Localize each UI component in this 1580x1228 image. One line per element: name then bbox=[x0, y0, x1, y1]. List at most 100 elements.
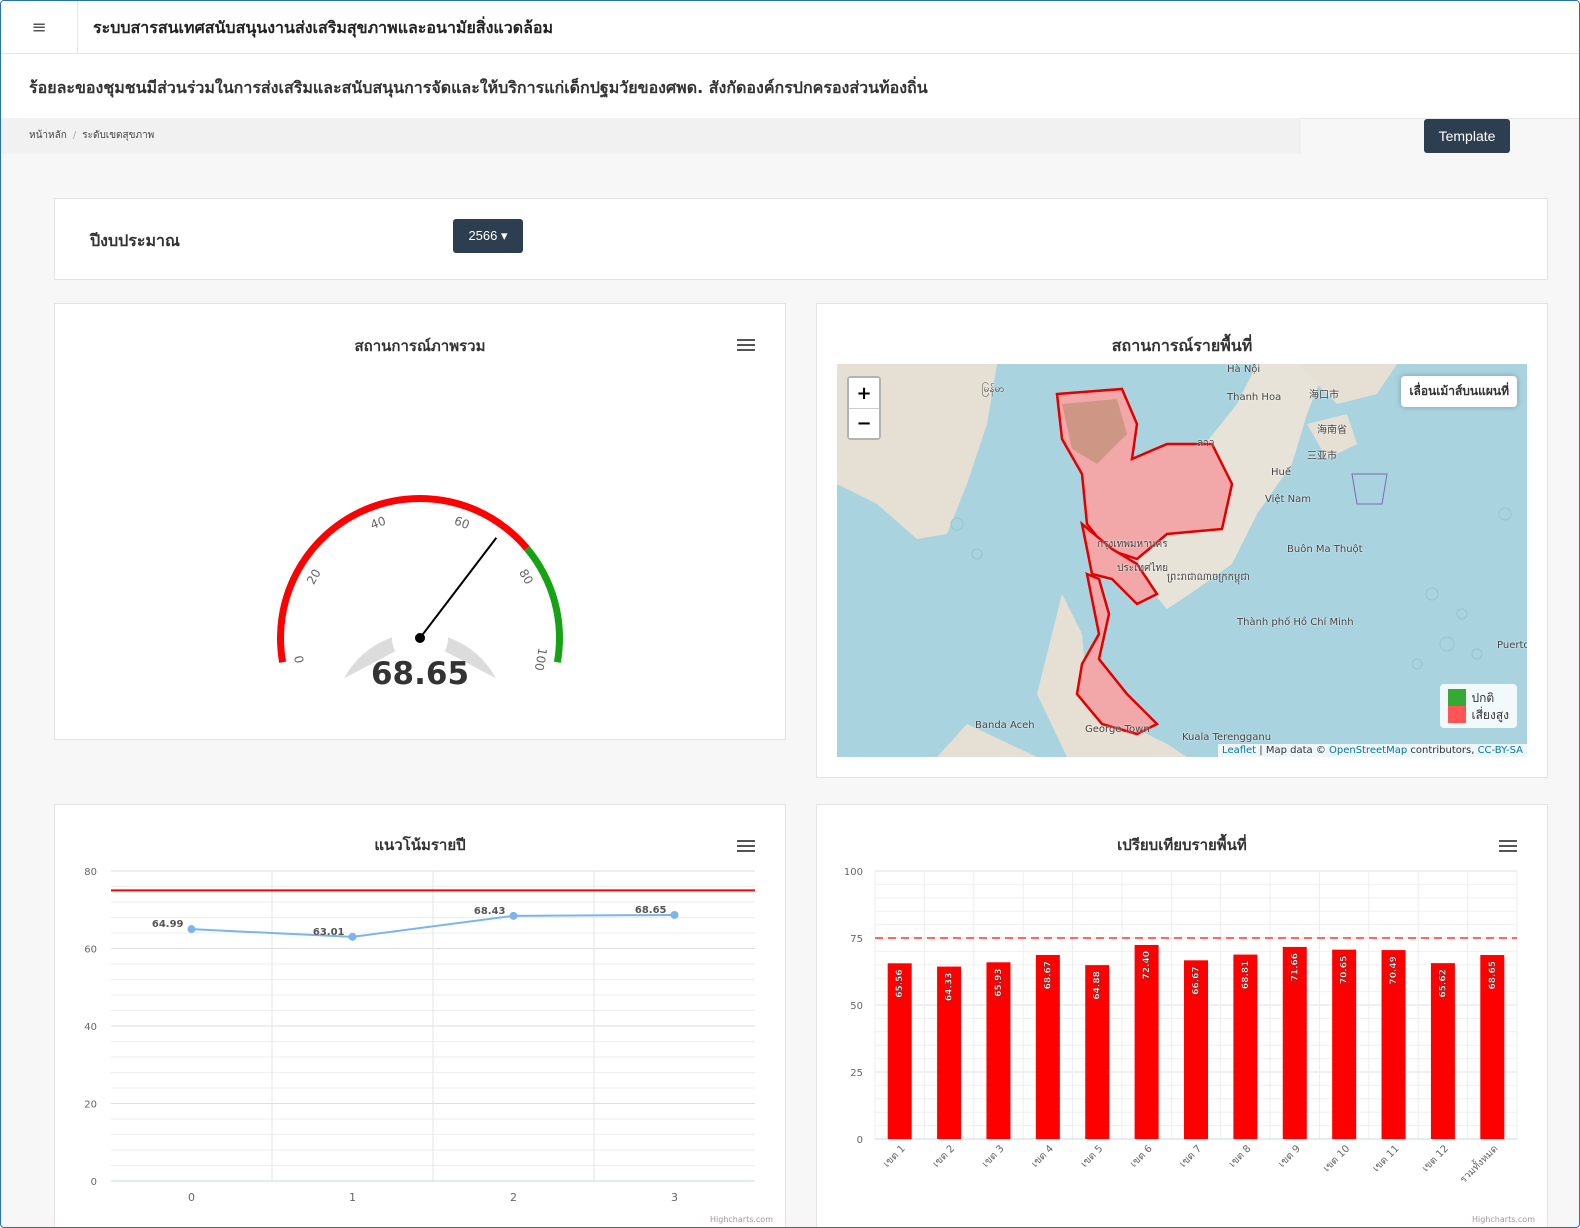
gauge-value: 68.65 bbox=[371, 656, 469, 692]
map-hover-info: เลื่อนเม้าส์บนแผนที่ bbox=[1401, 376, 1517, 407]
year-dropdown[interactable]: 2566 ▾ bbox=[453, 219, 523, 253]
y-tick-label: 75 bbox=[850, 934, 863, 945]
data-label: 68.65 bbox=[635, 905, 667, 916]
app-title: ระบบสารสนเทศสนับสนุนงานส่งเสริมสุขภาพและ… bbox=[93, 18, 554, 37]
map-place-label: Thanh Hoa bbox=[1227, 392, 1282, 403]
zoom-control: + − bbox=[847, 376, 881, 440]
bar-data-label: 64.88 bbox=[1093, 971, 1103, 999]
x-tick-label: เขต 11 bbox=[1371, 1143, 1402, 1174]
legend-label-high-risk: เสี่ยงสูง bbox=[1471, 707, 1510, 722]
bar-data-label: 66.67 bbox=[1192, 966, 1202, 994]
map-place-label: Banda Aceh bbox=[975, 720, 1035, 731]
map-title: สถานการณ์รายพื้นที่ bbox=[1111, 336, 1253, 355]
x-tick-label: เขต 5 bbox=[1079, 1143, 1105, 1169]
zoom-out-button[interactable]: − bbox=[849, 408, 879, 438]
x-tick-label: เขต 2 bbox=[931, 1143, 957, 1169]
breadcrumb-bar bbox=[1, 118, 1301, 154]
paracel-outline bbox=[1351, 473, 1388, 505]
breadcrumb: หน้าหลัก / ระดับเขตสุขภาพ bbox=[29, 128, 154, 143]
page-heading: ร้อยละของชุมชนมีส่วนร่วมในการส่งเสริมและ… bbox=[29, 78, 928, 97]
x-tick-label: เขต 1 bbox=[881, 1143, 907, 1169]
data-label: 63.01 bbox=[313, 927, 345, 938]
highcharts-credits[interactable]: Highcharts.com bbox=[710, 1215, 773, 1224]
map-place-label: ព្រះរាជាណាចក្រកម្ពុជា bbox=[1167, 572, 1250, 583]
x-tick-label: เขต 9 bbox=[1277, 1143, 1303, 1169]
map-place-label: 海口市 bbox=[1309, 390, 1339, 401]
map-place-label: Thành phố Hồ Chí Minh bbox=[1237, 617, 1354, 628]
bar-data-label: 68.65 bbox=[1488, 961, 1498, 989]
x-tick-label: 0 bbox=[188, 1191, 195, 1204]
y-tick-label: 100 bbox=[844, 867, 863, 878]
map-place-label: Việt Nam bbox=[1265, 494, 1312, 505]
map-place-label: กรุงเทพมหานคร bbox=[1097, 539, 1168, 550]
bar-data-label: 64.33 bbox=[945, 973, 955, 1001]
map-place-label: Buôn Ma Thuột bbox=[1287, 544, 1363, 555]
data-label: 68.43 bbox=[474, 906, 506, 917]
y-tick-label: 50 bbox=[850, 1001, 863, 1012]
data-point bbox=[509, 911, 518, 920]
osm-link[interactable]: OpenStreetMap bbox=[1329, 745, 1407, 756]
data-point bbox=[187, 925, 196, 934]
map-place-label: Huế bbox=[1271, 467, 1292, 478]
trend-chart: 0 20 40 60 80 64.99 0 63.01 1 68.43 2 68.65 3 bbox=[84, 867, 755, 1204]
year-filter-card: ปีงบประมาณ 2566 ▾ bbox=[54, 198, 1548, 280]
zoom-in-button[interactable]: + bbox=[849, 378, 879, 408]
x-tick-label: เขต 3 bbox=[980, 1143, 1006, 1169]
leaflet-link[interactable]: Leaflet bbox=[1222, 745, 1256, 756]
bar-data-label: 65.56 bbox=[895, 969, 905, 997]
y-tick-label: 0 bbox=[91, 1177, 97, 1188]
bar-data-label: 72.40 bbox=[1142, 951, 1152, 979]
bar-data-label: 68.67 bbox=[1043, 961, 1053, 989]
template-button[interactable]: Template bbox=[1424, 119, 1510, 153]
year-dropdown-value: 2566 bbox=[468, 228, 498, 243]
data-point bbox=[348, 932, 357, 941]
map-place-label: 海南省 bbox=[1317, 425, 1347, 436]
bar-data-label: 68.81 bbox=[1241, 961, 1251, 989]
y-tick-label: 0 bbox=[857, 1135, 863, 1146]
legend-item-normal: ปกติ bbox=[1447, 689, 1510, 706]
gauge-pivot bbox=[415, 633, 425, 643]
gauge-band-1 bbox=[524, 546, 563, 663]
compare-chart: 0 25 50 75 100 65.56 เขต 1 64.33 เขต 2 65.93 เขต 3… bbox=[844, 867, 1518, 1186]
map-legend: ปกติ เสี่ยงสูง bbox=[1439, 684, 1517, 728]
hamburger-icon[interactable]: ≡ bbox=[1, 1, 78, 53]
map-place-label: Kuala Terengganu bbox=[1182, 732, 1272, 743]
map-place-label: မြန်မာ bbox=[982, 384, 1005, 395]
legend-item-high-risk: เสี่ยงสูง bbox=[1447, 706, 1510, 723]
x-tick-label: 2 bbox=[510, 1191, 517, 1204]
gauge-tick-label: 0 bbox=[292, 654, 307, 664]
x-tick-label: เขต 6 bbox=[1128, 1143, 1154, 1169]
map-place-label: Hà Nội bbox=[1227, 364, 1261, 375]
x-tick-label: เขต 7 bbox=[1178, 1143, 1204, 1169]
legend-label-normal: ปกติ bbox=[1471, 690, 1495, 705]
x-tick-label: เขต 12 bbox=[1420, 1143, 1451, 1174]
area-map-card: สถานการณ์รายพื้นที่ Thanh Hoa 海口市 Huế Việt … bbox=[816, 303, 1548, 778]
leaflet-map[interactable]: Thanh Hoa 海口市 Huế Việt Nam Buôn Ma Thuột Thàn… bbox=[837, 364, 1527, 757]
app-frame: ≡ ระบบสารสนเทศสนับสนุนงานส่งเสริมสุขภาพแ… bbox=[0, 0, 1580, 1228]
map-place-label: Puerto bbox=[1497, 640, 1527, 651]
overall-gauge-card: สถานการณ์ภาพรวม 0 20 40 60 80 100 68.65 bbox=[54, 303, 786, 740]
bar-data-label: 70.65 bbox=[1340, 956, 1350, 984]
chart-menu-icon[interactable] bbox=[737, 339, 755, 353]
map-place-label: ลาว bbox=[1197, 438, 1215, 449]
data-point bbox=[670, 910, 679, 919]
attribution-text: | Map data © bbox=[1256, 745, 1329, 756]
breadcrumb-separator: / bbox=[72, 130, 77, 141]
bar-data-label: 65.93 bbox=[994, 968, 1004, 996]
gauge-tick-label: 60 bbox=[452, 514, 471, 532]
y-tick-label: 25 bbox=[850, 1068, 863, 1079]
data-label: 64.99 bbox=[152, 919, 184, 930]
license-link[interactable]: CC-BY-SA bbox=[1478, 745, 1523, 756]
breadcrumb-current: ระดับเขตสุขภาพ bbox=[82, 130, 155, 141]
breadcrumb-home[interactable]: หน้าหลัก bbox=[29, 130, 67, 141]
x-tick-label: เขต 10 bbox=[1321, 1143, 1352, 1174]
legend-swatch-high-risk bbox=[1447, 706, 1466, 723]
year-filter-label: ปีงบประมาณ bbox=[90, 231, 180, 250]
map-place-label: George Town bbox=[1085, 724, 1150, 735]
highcharts-credits[interactable]: Highcharts.com bbox=[1472, 1215, 1535, 1224]
map-tiles bbox=[837, 364, 1512, 757]
map-attribution: Leaflet | Map data © OpenStreetMap contr… bbox=[1218, 744, 1527, 757]
bar-data-label: 70.49 bbox=[1389, 956, 1399, 984]
area-compare-card: เปรียบเทียบรายพื้นที่ 0 25 50 75 100 65.56 เขต… bbox=[816, 804, 1548, 1227]
gauge-title: สถานการณ์ภาพรวม bbox=[354, 337, 486, 355]
